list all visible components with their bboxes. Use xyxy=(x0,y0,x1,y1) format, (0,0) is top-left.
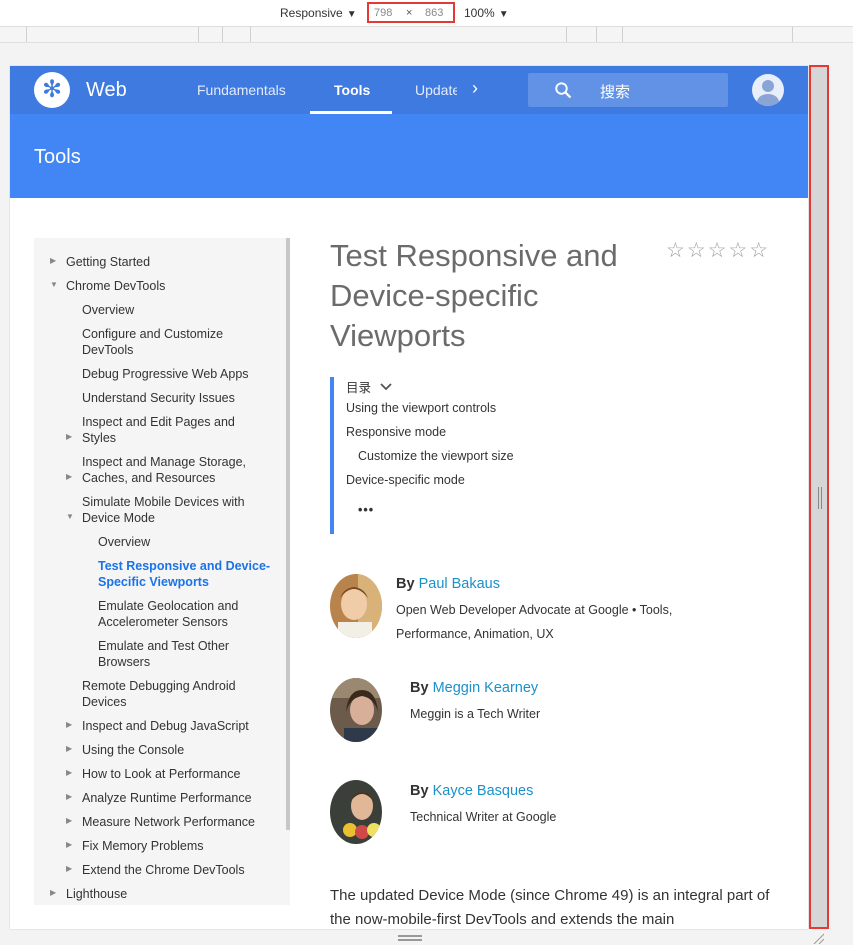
sidebar-item-network[interactable]: Measure Network Performance xyxy=(82,814,255,830)
toc-more-icon[interactable]: ••• xyxy=(358,503,374,517)
author-bio: Technical Writer at Google xyxy=(410,810,557,824)
sidebar-scrollbar[interactable] xyxy=(286,238,290,830)
viewport-width-input[interactable]: 798 xyxy=(374,7,392,19)
site-logo-icon[interactable]: ✻ xyxy=(34,72,70,108)
sidebar-item-extend[interactable]: Extend the Chrome DevTools xyxy=(82,862,245,878)
times-icon: × xyxy=(406,7,413,19)
tab-tools[interactable]: Tools xyxy=(334,82,370,98)
chevron-down-icon xyxy=(379,383,392,391)
sidebar-item-device-overview[interactable]: Overview xyxy=(98,534,150,550)
sidebar-item-getting-started[interactable]: Getting Started xyxy=(66,254,150,270)
sidebar-item-debug-pwa[interactable]: Debug Progressive Web Apps xyxy=(82,366,249,382)
banner-title: Tools xyxy=(34,146,81,168)
tab-updates[interactable]: Updates xyxy=(415,82,457,98)
caret-right-icon[interactable]: ▶ xyxy=(66,816,72,825)
author-photo xyxy=(330,780,382,844)
site-header: ✻ Web Fundamentals Tools Updates › 搜索 xyxy=(10,66,808,114)
tab-fundamentals[interactable]: Fundamentals xyxy=(197,82,286,98)
account-avatar[interactable] xyxy=(752,74,784,106)
author-name-line: By Kayce Basques xyxy=(410,783,534,799)
viewport-height-input[interactable]: 863 xyxy=(425,7,443,19)
author-link[interactable]: Kayce Basques xyxy=(433,783,534,799)
sidebar-item-console[interactable]: Using the Console xyxy=(82,742,184,758)
author-bio: Meggin is a Tech Writer xyxy=(410,707,541,721)
emulated-viewport: ✻ Web Fundamentals Tools Updates › 搜索 To… xyxy=(10,66,808,929)
sidebar-item-other-browsers[interactable]: Emulate and Test Other Browsers xyxy=(98,638,248,670)
caret-right-icon[interactable]: ▶ xyxy=(66,768,72,777)
caret-right-icon[interactable]: ▶ xyxy=(50,888,56,897)
sidebar-item-performance[interactable]: How to Look at Performance xyxy=(82,766,240,782)
author-link[interactable]: Meggin Kearney xyxy=(433,680,539,696)
sidebar-item-configure[interactable]: Configure and Customize DevTools xyxy=(82,326,262,358)
sidebar-item-runtime[interactable]: Analyze Runtime Performance xyxy=(82,790,252,806)
device-toolbar: Responsive ▼ 798 × 863 100% ▼ xyxy=(0,0,853,27)
caret-right-icon[interactable]: ▶ xyxy=(66,472,72,481)
zoom-dropdown[interactable]: 100% ▼ xyxy=(464,6,509,20)
author-link[interactable]: Paul Bakaus xyxy=(419,576,500,592)
search-icon xyxy=(555,82,572,99)
table-of-contents: 目录 Using the viewport controls Responsiv… xyxy=(330,377,634,534)
section-banner: Tools xyxy=(10,114,808,198)
author-bio: Open Web Developer Advocate at Google • … xyxy=(396,603,673,641)
sidebar-item-lighthouse[interactable]: Lighthouse xyxy=(66,886,127,902)
toc-item[interactable]: Responsive mode xyxy=(346,425,446,439)
author-name-line: By Meggin Kearney xyxy=(410,680,539,696)
sidebar-item-test-responsive[interactable]: Test Responsive and Device-Specific View… xyxy=(98,558,273,590)
viewport-width-resize-handle[interactable] xyxy=(809,65,829,929)
caret-right-icon[interactable]: ▶ xyxy=(50,256,56,265)
toc-item[interactable]: Customize the viewport size xyxy=(358,449,514,463)
chevron-down-icon: ▼ xyxy=(346,9,357,20)
sidebar-item-memory[interactable]: Fix Memory Problems xyxy=(82,838,204,854)
chevron-right-icon[interactable]: › xyxy=(472,78,478,99)
intro-paragraph: The updated Device Mode (since Chrome 49… xyxy=(330,887,770,928)
sidebar-item-geolocation[interactable]: Emulate Geolocation and Accelerometer Se… xyxy=(98,598,258,630)
caret-right-icon[interactable]: ▶ xyxy=(66,840,72,849)
caret-down-icon[interactable]: ▼ xyxy=(66,512,74,521)
sidebar-item-storage[interactable]: Inspect and Manage Storage, Caches, and … xyxy=(82,454,262,486)
author-photo xyxy=(330,574,382,638)
page-title: Test Responsive and Device-specific View… xyxy=(330,238,618,353)
toc-toggle[interactable]: 目录 xyxy=(346,377,393,396)
caret-right-icon[interactable]: ▶ xyxy=(66,432,72,441)
caret-right-icon[interactable]: ▶ xyxy=(66,744,72,753)
device-mode-label: Responsive xyxy=(280,6,343,20)
toc-label: 目录 xyxy=(346,381,372,395)
author-name-line: By Paul Bakaus xyxy=(396,576,500,592)
toc-item[interactable]: Device-specific mode xyxy=(346,473,465,487)
sidebar-item-device-mode[interactable]: Simulate Mobile Devices with Device Mode xyxy=(82,494,262,526)
brand-title[interactable]: Web xyxy=(86,79,127,102)
corner-resize-icon[interactable] xyxy=(812,932,824,944)
sidebar-item-chrome-devtools[interactable]: Chrome DevTools xyxy=(66,278,165,294)
person-icon xyxy=(757,80,779,106)
search-input[interactable]: 搜索 xyxy=(600,81,630,102)
caret-right-icon[interactable]: ▶ xyxy=(66,792,72,801)
viewport-dimensions: 798 × 863 xyxy=(367,2,455,23)
sidebar-item-security[interactable]: Understand Security Issues xyxy=(82,390,235,406)
author-photo xyxy=(330,678,382,742)
caret-right-icon[interactable]: ▶ xyxy=(66,864,72,873)
device-mode-dropdown[interactable]: Responsive ▼ xyxy=(280,6,357,20)
rating-stars[interactable]: ☆☆☆☆☆ xyxy=(666,238,770,263)
caret-down-icon[interactable]: ▼ xyxy=(50,280,58,289)
drag-handle-icon xyxy=(818,487,822,509)
caret-right-icon[interactable]: ▶ xyxy=(66,720,72,729)
search-box[interactable]: 搜索 xyxy=(528,73,728,107)
sidebar-item-remote-debugging[interactable]: Remote Debugging Android Devices xyxy=(82,678,257,710)
chevron-down-icon: ▼ xyxy=(498,9,509,20)
sidebar-item-debug-js[interactable]: Inspect and Debug JavaScript xyxy=(82,718,249,734)
zoom-label: 100% xyxy=(464,6,495,20)
viewport-height-resize-handle[interactable] xyxy=(398,935,422,941)
toc-item[interactable]: Using the viewport controls xyxy=(346,401,496,415)
sidebar-item-overview[interactable]: Overview xyxy=(82,302,134,318)
media-query-ruler[interactable] xyxy=(0,27,853,43)
sidebar-item-inspect-edit[interactable]: Inspect and Edit Pages and Styles xyxy=(82,414,262,446)
